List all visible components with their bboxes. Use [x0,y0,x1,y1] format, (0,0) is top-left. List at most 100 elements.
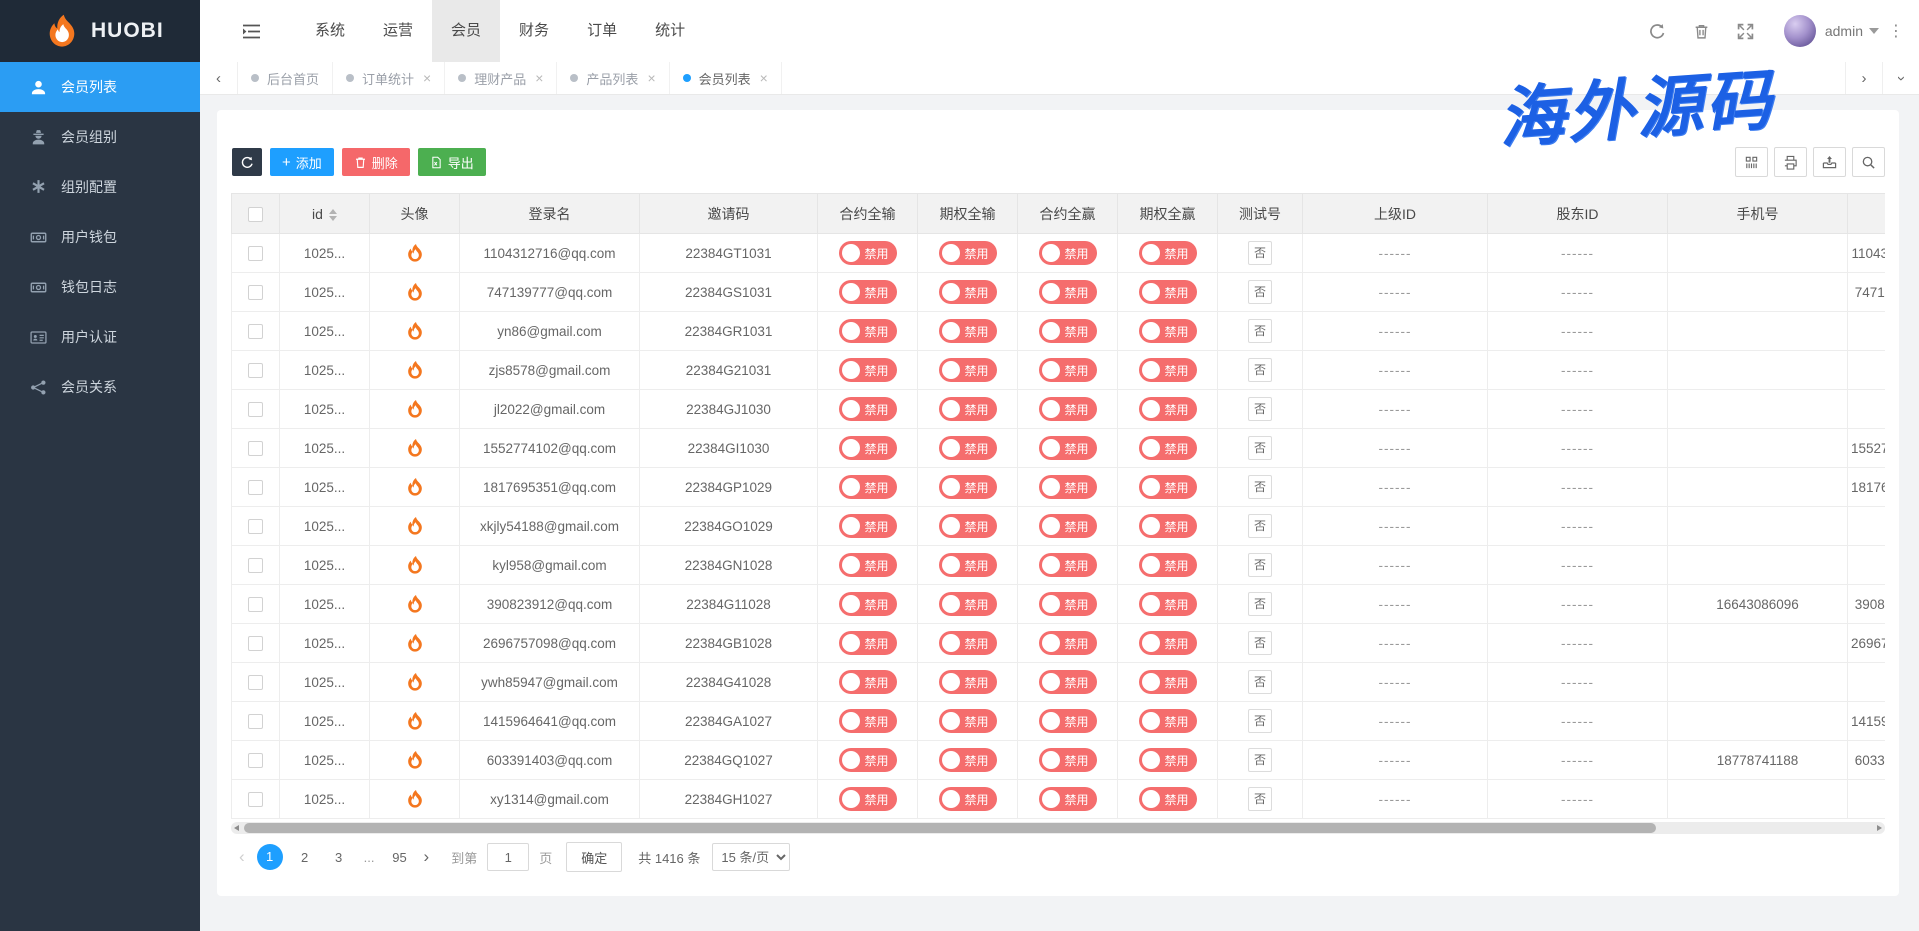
switch-option-all-lose[interactable]: 禁用 [939,358,997,382]
nav-item-3[interactable]: 会员 [432,0,500,62]
tabs-menu-icon[interactable]: › [1882,62,1919,94]
nav-item-6[interactable]: 统计 [636,0,704,62]
switch-option-all-win[interactable]: 禁用 [1139,319,1197,343]
tabs-scroll-right-icon[interactable]: › [1845,62,1882,94]
switch-contract-all-win[interactable]: 禁用 [1039,787,1097,811]
switch-contract-all-win[interactable]: 禁用 [1039,397,1097,421]
switch-option-all-win[interactable]: 禁用 [1139,436,1197,460]
add-button[interactable]: + 添加 [270,148,334,176]
sidebar-item-2[interactable]: 会员组别 [0,112,200,162]
refresh-icon[interactable] [1636,0,1680,62]
switch-contract-all-win[interactable]: 禁用 [1039,280,1097,304]
switch-contract-all-win[interactable]: 禁用 [1039,436,1097,460]
row-checkbox[interactable] [248,519,263,534]
switch-option-all-win[interactable]: 禁用 [1139,748,1197,772]
columns-filter-button[interactable] [1735,147,1768,177]
select-all-checkbox[interactable] [248,207,263,222]
switch-contract-all-lose[interactable]: 禁用 [839,319,897,343]
scroll-right-arrow-icon[interactable] [1877,825,1882,831]
switch-contract-all-lose[interactable]: 禁用 [839,748,897,772]
delete-button[interactable]: 删除 [342,148,410,176]
switch-option-all-lose[interactable]: 禁用 [939,475,997,499]
switch-contract-all-win[interactable]: 禁用 [1039,514,1097,538]
export-button[interactable]: 导出 [418,148,486,176]
menu-toggle-icon[interactable] [236,0,266,62]
trash-icon[interactable] [1680,0,1724,62]
tab-4[interactable]: 产品列表× [557,62,669,94]
switch-option-all-win[interactable]: 禁用 [1139,280,1197,304]
switch-contract-all-lose[interactable]: 禁用 [839,670,897,694]
switch-option-all-lose[interactable]: 禁用 [939,670,997,694]
row-checkbox[interactable] [248,441,263,456]
switch-option-all-win[interactable]: 禁用 [1139,709,1197,733]
export-data-button[interactable] [1813,147,1846,177]
switch-option-all-lose[interactable]: 禁用 [939,436,997,460]
switch-option-all-lose[interactable]: 禁用 [939,397,997,421]
switch-option-all-lose[interactable]: 禁用 [939,631,997,655]
switch-option-all-lose[interactable]: 禁用 [939,553,997,577]
switch-contract-all-win[interactable]: 禁用 [1039,319,1097,343]
switch-contract-all-lose[interactable]: 禁用 [839,358,897,382]
switch-option-all-lose[interactable]: 禁用 [939,592,997,616]
search-button[interactable] [1852,147,1885,177]
switch-contract-all-lose[interactable]: 禁用 [839,475,897,499]
switch-contract-all-win[interactable]: 禁用 [1039,748,1097,772]
switch-contract-all-win[interactable]: 禁用 [1039,592,1097,616]
nav-item-2[interactable]: 运营 [364,0,432,62]
tab-close-icon[interactable]: × [423,70,431,86]
switch-contract-all-lose[interactable]: 禁用 [839,436,897,460]
row-checkbox[interactable] [248,324,263,339]
row-checkbox[interactable] [248,636,263,651]
switch-contract-all-lose[interactable]: 禁用 [839,787,897,811]
tab-5[interactable]: 会员列表× [670,62,782,94]
switch-option-all-win[interactable]: 禁用 [1139,475,1197,499]
prev-page-icon[interactable]: ‹ [231,847,253,867]
row-checkbox[interactable] [248,753,263,768]
switch-contract-all-lose[interactable]: 禁用 [839,631,897,655]
switch-contract-all-lose[interactable]: 禁用 [839,514,897,538]
sort-icon[interactable] [329,209,337,221]
print-button[interactable] [1774,147,1807,177]
switch-option-all-lose[interactable]: 禁用 [939,709,997,733]
page-number-3[interactable]: 3 [327,850,351,865]
switch-option-all-win[interactable]: 禁用 [1139,241,1197,265]
nav-item-1[interactable]: 系统 [296,0,364,62]
switch-contract-all-win[interactable]: 禁用 [1039,670,1097,694]
switch-contract-all-lose[interactable]: 禁用 [839,592,897,616]
col-header-2[interactable]: id [280,194,370,234]
switch-contract-all-win[interactable]: 禁用 [1039,475,1097,499]
tabs-scroll-left-icon[interactable]: ‹ [200,62,238,94]
jump-page-input[interactable] [487,843,529,871]
switch-contract-all-win[interactable]: 禁用 [1039,709,1097,733]
tab-close-icon[interactable]: × [760,70,768,86]
row-checkbox[interactable] [248,246,263,261]
tab-close-icon[interactable]: × [535,70,543,86]
switch-option-all-win[interactable]: 禁用 [1139,358,1197,382]
switch-contract-all-win[interactable]: 禁用 [1039,631,1097,655]
sidebar-item-6[interactable]: 用户认证 [0,312,200,362]
sidebar-item-4[interactable]: 用户钱包 [0,212,200,262]
sidebar-item-3[interactable]: 组别配置 [0,162,200,212]
switch-contract-all-win[interactable]: 禁用 [1039,241,1097,265]
row-checkbox[interactable] [248,285,263,300]
fullscreen-icon[interactable] [1724,0,1768,62]
switch-option-all-lose[interactable]: 禁用 [939,748,997,772]
page-number-1[interactable]: 1 [257,844,283,870]
switch-option-all-lose[interactable]: 禁用 [939,319,997,343]
sidebar-item-5[interactable]: 钱包日志 [0,262,200,312]
switch-option-all-win[interactable]: 禁用 [1139,553,1197,577]
row-checkbox[interactable] [248,480,263,495]
refresh-button[interactable] [232,148,262,176]
switch-option-all-lose[interactable]: 禁用 [939,241,997,265]
switch-option-all-win[interactable]: 禁用 [1139,397,1197,421]
row-checkbox[interactable] [248,402,263,417]
sidebar-item-1[interactable]: 会员列表 [0,62,200,112]
switch-contract-all-win[interactable]: 禁用 [1039,358,1097,382]
switch-contract-all-lose[interactable]: 禁用 [839,397,897,421]
user-menu[interactable]: admin [1825,23,1879,39]
page-number-95[interactable]: 95 [388,850,412,865]
more-options-icon[interactable]: ⋮ [1879,0,1913,62]
jump-confirm-button[interactable]: 确定 [566,842,622,872]
nav-item-4[interactable]: 财务 [500,0,568,62]
user-avatar[interactable] [1784,15,1816,47]
